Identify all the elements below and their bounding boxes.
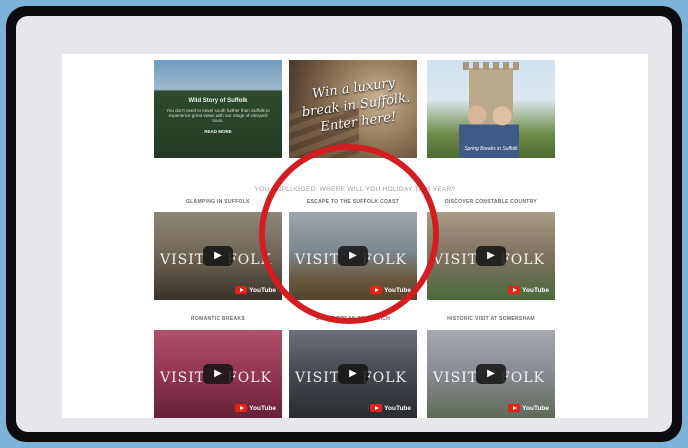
video-embed-somersham[interactable]: VISIT FOLK ▶ YouTube <box>427 330 555 418</box>
play-icon[interactable]: ▶ <box>476 364 506 384</box>
read-more-link[interactable]: READ MORE <box>154 129 282 134</box>
play-icon[interactable]: ▶ <box>203 364 233 384</box>
youtube-logo[interactable]: YouTube <box>235 286 276 294</box>
youtube-logo-icon <box>370 404 383 412</box>
video-title: ROMANTIC BREAKS <box>191 316 245 322</box>
youtube-logo[interactable]: YouTube <box>370 404 411 412</box>
featured-card-wild-story[interactable]: Wild Story of Suffolk You don't need to … <box>154 60 282 158</box>
featured-card-heading: Wild Story of Suffolk <box>188 98 248 104</box>
video-embed-constable-country[interactable]: VISIT FOLK ▶ YouTube <box>427 212 555 300</box>
youtube-logo-icon <box>235 404 248 412</box>
highlight-circle <box>259 144 439 324</box>
play-icon[interactable]: ▶ <box>338 364 368 384</box>
youtube-logo-icon <box>508 286 521 294</box>
featured-card-text: Wild Story of Suffolk You don't need to … <box>154 98 282 134</box>
featured-card-caption: Spring Breaks in Suffolk <box>464 146 518 152</box>
featured-card-spring-breaks[interactable]: Spring Breaks in Suffolk <box>427 60 555 158</box>
youtube-logo[interactable]: YouTube <box>235 404 276 412</box>
video-title: DISCOVER CONSTABLE COUNTRY <box>445 199 537 205</box>
video-embed-ipswich[interactable]: VISIT FOLK ▶ YouTube <box>289 330 417 418</box>
play-icon[interactable]: ▶ <box>476 246 506 266</box>
video-embed-romantic-breaks[interactable]: VISIT FOLK ▶ YouTube <box>154 330 282 418</box>
youtube-logo-icon <box>235 286 248 294</box>
youtube-logo[interactable]: YouTube <box>508 404 549 412</box>
youtube-logo-icon <box>508 404 521 412</box>
featured-card-body: You don't need to travel south further t… <box>166 108 270 123</box>
competition-text: Win a luxury break in Suffolk. Enter her… <box>300 75 412 136</box>
play-icon[interactable]: ▶ <box>203 246 233 266</box>
youtube-logo[interactable]: YouTube <box>508 286 549 294</box>
video-title: HISTORIC VISIT AT SOMERSHAM <box>447 316 535 322</box>
